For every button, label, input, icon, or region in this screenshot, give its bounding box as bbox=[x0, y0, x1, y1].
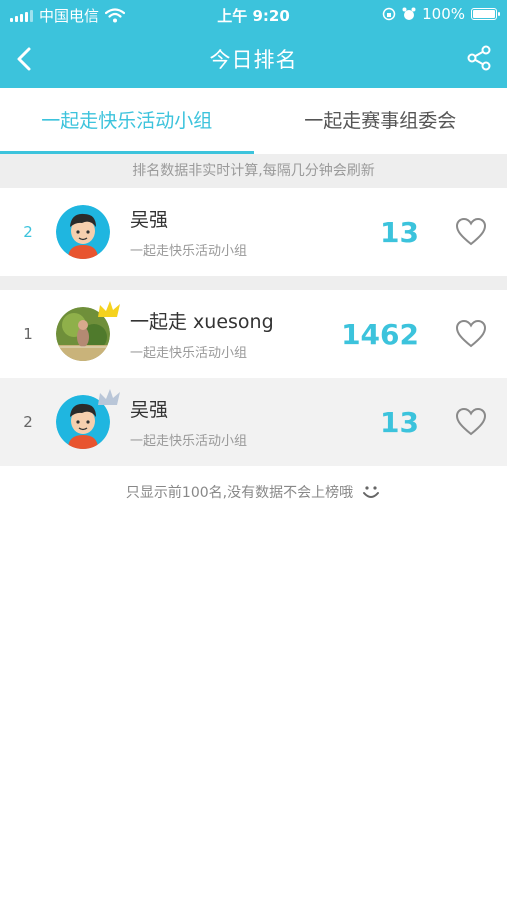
rank-number: 2 bbox=[23, 413, 33, 431]
step-score: 1462 bbox=[341, 317, 419, 351]
heart-icon[interactable] bbox=[455, 319, 487, 349]
list-item: 1 一起走 xuesong 一起走快乐活动小组 1462 bbox=[0, 290, 507, 378]
list-item: 2 吴强 一起走快乐活动小组 13 bbox=[0, 378, 507, 466]
status-bar: 中国电信 上午 9:20 100% bbox=[0, 0, 507, 30]
heart-icon[interactable] bbox=[455, 407, 487, 437]
avatar[interactable] bbox=[56, 205, 110, 259]
battery-icon bbox=[471, 8, 500, 20]
heart-icon[interactable] bbox=[455, 217, 487, 247]
refresh-notice: 排名数据非实时计算,每隔几分钟会刷新 bbox=[0, 154, 507, 188]
user-name: 吴强 bbox=[130, 399, 169, 421]
group-name: 一起走快乐活动小组 bbox=[130, 346, 248, 361]
nav-bar: 今日排名 bbox=[0, 30, 507, 88]
tab-happy-walk-group[interactable]: 一起走快乐活动小组 bbox=[0, 88, 254, 154]
tab-event-committee[interactable]: 一起走赛事组委会 bbox=[254, 88, 507, 154]
group-name: 一起走快乐活动小组 bbox=[130, 244, 248, 259]
my-rank-row: 2 吴强 一起走快乐活动小组 13 bbox=[0, 188, 507, 276]
alarm-icon bbox=[402, 7, 416, 20]
smile-icon bbox=[363, 486, 380, 498]
step-score: 13 bbox=[380, 405, 419, 439]
rank-number: 2 bbox=[23, 223, 33, 241]
footer-text: 只显示前100名,没有数据不会上榜哦 bbox=[125, 485, 354, 501]
footer-note: 只显示前100名,没有数据不会上榜哦 bbox=[0, 482, 507, 502]
silver-crown-icon bbox=[98, 389, 120, 405]
gold-crown-icon bbox=[98, 301, 120, 317]
tab-bar: 一起走快乐活动小组 一起走赛事组委会 bbox=[0, 88, 507, 154]
user-name: 吴强 bbox=[130, 209, 169, 231]
orientation-lock-icon bbox=[382, 7, 396, 21]
page-title: 今日排名 bbox=[209, 48, 298, 72]
step-score: 13 bbox=[380, 215, 419, 249]
group-name: 一起走快乐活动小组 bbox=[130, 434, 248, 449]
section-divider bbox=[0, 276, 507, 290]
battery-fill bbox=[473, 10, 495, 18]
rank-number: 1 bbox=[23, 325, 33, 343]
user-name: 一起走 xuesong bbox=[130, 311, 274, 333]
share-icon[interactable] bbox=[465, 44, 493, 72]
battery-percent: 100% bbox=[422, 5, 465, 23]
top-bar: 中国电信 上午 9:20 100% 今日排名 bbox=[0, 0, 507, 88]
